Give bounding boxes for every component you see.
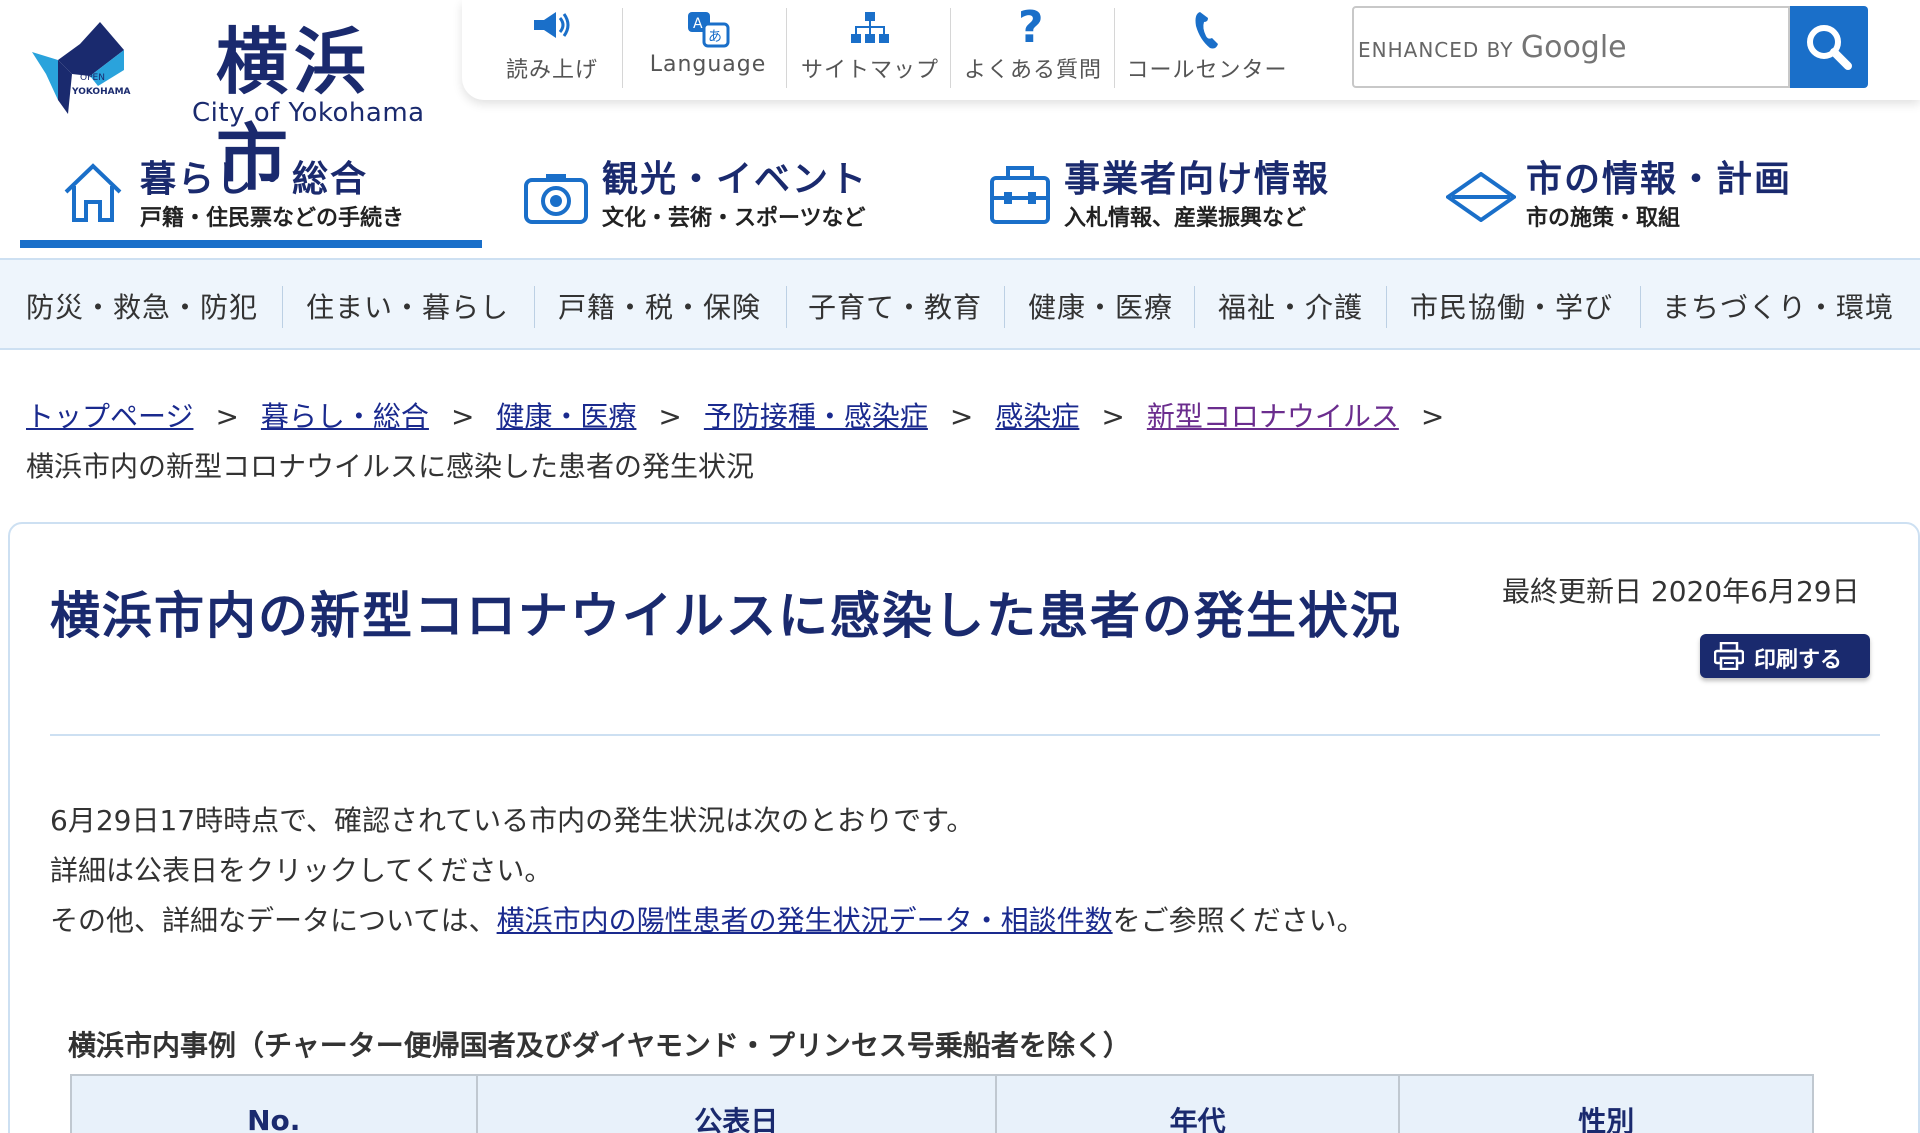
search-icon: [1807, 25, 1852, 70]
main-nav-title: 事業者向け情報: [1064, 159, 1331, 200]
last-updated-date: 最終更新日 2020年6月29日: [1502, 575, 1860, 608]
intro-text: 6月29日17時時点で、確認されている市内の発生状況は次のとおりです。 詳細は公…: [50, 796, 1365, 946]
read-aloud-label: 読み上げ: [505, 58, 598, 83]
svg-text:A: A: [693, 16, 703, 32]
breadcrumb: トップページ > 暮らし・総合 > 健康・医療 > 予防接種・感染症 > 感染症 > 新型コロナウイ…: [26, 392, 1906, 492]
category-welfare[interactable]: 福祉・介護: [1218, 286, 1363, 326]
utility-divider: [622, 8, 623, 88]
category-divider: [1386, 286, 1387, 328]
logo-mark-top: OPEN: [80, 73, 105, 83]
sitemap-icon: [851, 12, 889, 43]
category-divider: [282, 286, 283, 328]
category-divider: [786, 286, 787, 328]
search-brand: ENHANCED BY Google: [1358, 30, 1627, 65]
open-yokohama-mark-icon: OPEN YOKOHAMA: [32, 22, 131, 114]
phone-icon: [1195, 12, 1218, 49]
site-header: OPEN YOKOHAMA 横浜市 City of Yokohama 読み上げ …: [0, 0, 1920, 200]
main-nav-subtitle: 戸籍・住民票などの手続き: [140, 206, 405, 231]
page-title: 横浜市内の新型コロナウイルスに感染した患者の発生状況: [50, 587, 1402, 645]
category-health[interactable]: 健康・医療: [1028, 286, 1173, 326]
category-registry-tax[interactable]: 戸籍・税・保険: [558, 286, 761, 326]
utility-divider: [786, 8, 787, 88]
breadcrumb-separator: >: [1420, 400, 1445, 433]
breadcrumb-link-top[interactable]: トップページ: [26, 400, 193, 433]
main-nav-city-info[interactable]: 市の情報・計画 市の施策・取組: [1420, 140, 1900, 248]
main-nav-living[interactable]: 暮らし・総合 戸籍・住民票などの手続き: [20, 140, 482, 248]
column-header-sex: 性別: [1398, 1074, 1814, 1133]
call-center-label: コールセンター: [1126, 58, 1288, 83]
title-divider: [50, 734, 1880, 736]
breadcrumb-separator: >: [949, 400, 974, 433]
language-icon: Aあ: [688, 12, 730, 48]
category-divider: [1004, 286, 1005, 328]
content-card: 横浜市内の新型コロナウイルスに感染した患者の発生状況 最終更新日 2020年6月…: [8, 522, 1920, 1133]
svg-text:?: ?: [1018, 4, 1044, 48]
column-header-age: 年代: [994, 1074, 1401, 1133]
question-icon: ?: [1018, 2, 1044, 53]
column-header-no: No.: [70, 1074, 478, 1133]
intro-line-reference: その他、詳細なデータについては、横浜市内の陽性患者の発生状況データ・相談件数をご…: [50, 904, 1365, 937]
sitemap-button[interactable]: サイトマップ: [790, 0, 950, 92]
call-center-button[interactable]: コールセンター: [1116, 0, 1298, 92]
logo-english-name: City of Yokohama: [192, 98, 425, 128]
category-urban[interactable]: まちづくり・環境: [1662, 286, 1894, 326]
print-button[interactable]: 印刷する: [1700, 634, 1870, 678]
breadcrumb-separator: >: [450, 400, 475, 433]
camera-icon: [524, 174, 588, 224]
table-header-row: No. 公表日 年代 性別: [70, 1074, 1814, 1133]
main-navigation: 暮らし・総合 戸籍・住民票などの手続き 観光・イベント 文化・芸術・スポーツなど…: [0, 140, 1920, 260]
column-header-date: 公表日: [475, 1074, 997, 1133]
utility-divider: [950, 8, 951, 88]
utility-divider: [1114, 8, 1115, 88]
category-divider: [1194, 286, 1195, 328]
breadcrumb-link-vaccination[interactable]: 予防接種・感染症: [704, 400, 928, 433]
breadcrumb-separator: >: [1101, 400, 1125, 433]
main-nav-tourism[interactable]: 観光・イベント 文化・芸術・スポーツなど: [490, 140, 950, 248]
read-aloud-button[interactable]: 読み上げ: [482, 0, 622, 92]
category-civic[interactable]: 市民協働・学び: [1410, 286, 1613, 326]
main-nav-subtitle: 入札情報、産業振興など: [1064, 206, 1307, 231]
faq-button[interactable]: ? よくある質問: [952, 0, 1114, 92]
breadcrumb-separator: >: [658, 400, 682, 433]
search-input[interactable]: ENHANCED BY Google: [1352, 6, 1790, 88]
category-disaster[interactable]: 防災・救急・防犯: [26, 286, 258, 326]
language-button[interactable]: Aあ Language: [630, 0, 786, 92]
print-label: 印刷する: [1754, 648, 1843, 673]
main-nav-title: 暮らし・総合: [140, 159, 369, 200]
category-divider: [1640, 286, 1641, 328]
category-childcare[interactable]: 子育て・教育: [808, 286, 982, 326]
breadcrumb-link-health[interactable]: 健康・医療: [496, 400, 636, 433]
breadcrumb-link-living[interactable]: 暮らし・総合: [261, 400, 429, 433]
faq-label: よくある質問: [963, 58, 1102, 83]
diamond-icon: [1446, 172, 1516, 222]
intro-line-status: 6月29日17時時点で、確認されている市内の発生状況は次のとおりです。: [50, 804, 975, 837]
speaker-icon: [534, 12, 570, 38]
logo-mark-bottom: YOKOHAMA: [71, 87, 131, 97]
site-logo[interactable]: OPEN YOKOHAMA 横浜市 City of Yokohama: [28, 14, 428, 200]
printer-icon: [1714, 642, 1744, 670]
breadcrumb-separator: >: [215, 400, 239, 433]
breadcrumb-link-infectious[interactable]: 感染症: [995, 400, 1079, 433]
active-tab-indicator: [20, 240, 482, 248]
case-table: No. 公表日 年代 性別: [70, 1074, 1814, 1133]
breadcrumb-link-coronavirus[interactable]: 新型コロナウイルス: [1147, 400, 1399, 433]
main-nav-subtitle: 文化・芸術・スポーツなど: [602, 206, 866, 231]
category-divider: [534, 286, 535, 328]
category-housing[interactable]: 住まい・暮らし: [306, 286, 509, 326]
breadcrumb-current: 横浜市内の新型コロナウイルスに感染した患者の発生状況: [26, 450, 755, 483]
main-nav-title: 市の情報・計画: [1526, 159, 1793, 200]
intro-line-instruction: 詳細は公表日をクリックしてください。: [50, 854, 553, 887]
table-caption: 横浜市内事例（チャーター便帰国者及びダイヤモンド・プリンセス号乗船者を除く）: [68, 1029, 1131, 1062]
main-nav-title: 観光・イベント: [602, 159, 869, 200]
language-label: Language: [649, 52, 767, 77]
search-button[interactable]: [1790, 6, 1868, 88]
data-link[interactable]: 横浜市内の陽性患者の発生状況データ・相談件数: [497, 904, 1113, 937]
house-icon: [64, 163, 122, 222]
svg-text:あ: あ: [708, 29, 722, 45]
main-nav-subtitle: 市の施策・取組: [1526, 206, 1681, 231]
category-navigation: 防災・救急・防犯 住まい・暮らし 戸籍・税・保険 子育て・教育 健康・医療 福祉…: [0, 258, 1920, 350]
sitemap-label: サイトマップ: [800, 58, 939, 83]
toolbox-icon: [990, 166, 1050, 224]
main-nav-business[interactable]: 事業者向け情報 入札情報、産業振興など: [956, 140, 1416, 248]
